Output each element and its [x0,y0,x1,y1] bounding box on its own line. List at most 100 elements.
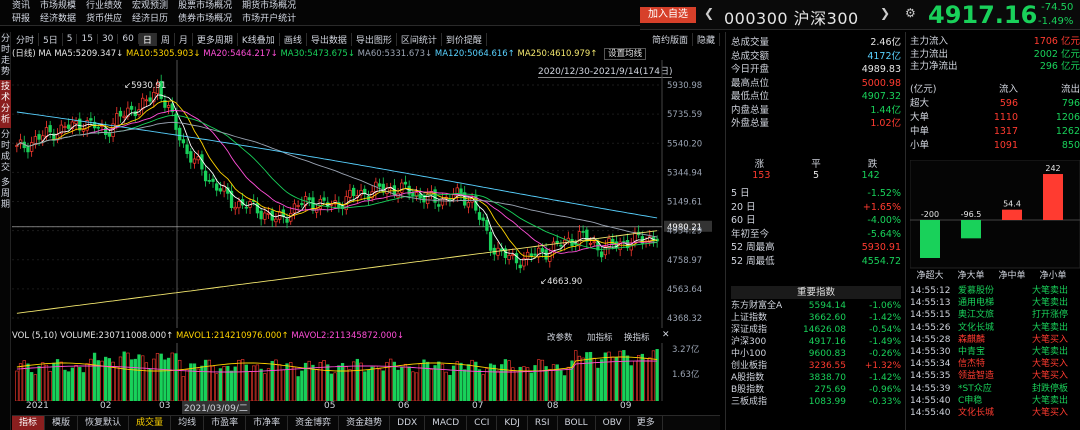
indicator-tab[interactable]: DDX [390,416,426,430]
toolbar-item[interactable]: 15 [77,34,98,44]
tick-row[interactable]: 14:55:12 爱慕股份 大笔卖出 [910,285,1080,297]
add-watchlist-button[interactable]: 加入自选 [640,7,696,23]
index-row[interactable]: 中小100 9600.83 -0.26% [731,348,901,360]
nav-item[interactable]: 期货市场概况 [242,0,296,13]
left-tab[interactable]: 技术分析 [0,80,11,128]
indicator-tab[interactable]: 市盈率 [204,416,247,430]
price-axis-label: 5149.61 [667,198,702,208]
indicator-tab[interactable]: RSI [528,416,558,430]
nav-item[interactable]: 市场开户统计 [242,13,296,26]
toolbar-item[interactable]: 画线 [280,32,307,46]
close-icon[interactable]: ✕ [662,330,670,340]
indicator-tab[interactable]: 模版 [45,416,79,430]
indicator-tab[interactable]: 恢复默认 [78,416,130,430]
toolbar-item[interactable]: 日 [138,32,157,46]
divider [725,32,726,430]
tick-row[interactable]: 14:55:26 文化长城 大笔卖出 [910,322,1080,334]
next-arrow-icon[interactable]: ❯ [880,6,890,20]
index-row[interactable]: 三板成指 1083.99 -0.33% [731,396,901,408]
add-indicator-button[interactable]: 加指标 [587,331,613,343]
volume-bar [481,374,485,401]
volume-chart[interactable]: 3.27亿 1.63亿 [12,343,720,401]
left-tab[interactable]: 多周期 [0,176,11,213]
tick-row[interactable]: 14:55:28 森麒麟 大笔买入 [910,334,1080,346]
volume-bar [418,363,422,401]
toolbar-item[interactable]: 60 [118,34,139,44]
indicator-tab[interactable]: BOLL [558,416,596,430]
left-tab[interactable]: 分时成交 [0,128,11,176]
toolbar-item[interactable]: 更多周期 [193,32,238,46]
volume-bar [422,359,426,401]
indicator-tab[interactable]: 更多 [630,416,663,430]
toolbar-item[interactable]: 区间统计 [397,32,442,46]
nav-item[interactable]: 行业绩效 [86,0,122,13]
prev-arrow-icon[interactable]: ❮ [704,6,714,20]
period-value: 4554.72 [861,255,901,267]
candlestick-chart[interactable]: 5930.985735.595540.205344.945149.614980.… [12,60,720,328]
toolbar-item[interactable]: 周 [157,32,175,46]
tick-time: 14:55:39 [910,383,951,394]
settings-gear-icon[interactable]: ⚙ [905,6,916,20]
candle-body [322,197,326,201]
index-row[interactable]: B股指数 275.69 -0.96% [731,384,901,396]
switch-indicator-button[interactable]: 换指标 [624,331,650,343]
toolbar-item[interactable]: 导出图形 [352,32,397,46]
toolbar-item[interactable]: 月 [175,32,193,46]
indicator-tab[interactable]: OBV [596,416,630,430]
ma-label[interactable]: MA [38,49,51,59]
nav-item[interactable]: 债券市场概况 [178,13,232,26]
period-value: -5.64% [867,228,901,240]
indicator-tab[interactable]: 成交量 [129,416,172,430]
tick-row[interactable]: 14:55:30 中青宝 大笔卖出 [910,346,1080,358]
edit-param-button[interactable]: 改参数 [547,331,573,343]
capital-flow: 主力流入 1706 亿元 主力流出 2002 亿元 主力净流出 296 亿元 [910,36,1080,74]
flow-bar-label: 净超大 [916,269,943,280]
toolbar-item[interactable]: 导出数据 [307,32,352,46]
left-tab[interactable]: 分时走势 [0,32,11,80]
flow-label: 主力流出 [910,48,949,60]
index-row[interactable]: A股指数 3838.70 -1.42% [731,372,901,384]
toolbar-item[interactable]: K线叠加 [238,32,280,46]
toolbar-item[interactable]: 简约版面 [648,32,693,46]
nav-item[interactable]: 研报 [12,13,30,26]
nav-item[interactable]: 宏观预测 [132,0,168,13]
indicator-tabs: 指标 模版 恢复默认 成交量 均线 市盈率 市净率 资金博弈 资金趋势 DDX MACD CCI KDJ… [12,415,720,430]
tick-type: 大笔买入 [1032,407,1069,418]
indicator-tab[interactable]: 均线 [171,416,205,430]
nav-item[interactable]: 股票市场概况 [178,0,232,13]
toolbar-item[interactable]: 隐藏 [693,32,720,46]
indicator-tab[interactable]: CCI [467,416,498,430]
nav-item[interactable]: 市场规模 [40,0,76,13]
indicator-tab[interactable]: KDJ [497,416,528,430]
indicator-tab[interactable]: 资金博弈 [288,416,340,430]
indicator-tab[interactable]: 市净率 [246,416,289,430]
nav-item[interactable]: 货币供应 [86,13,122,26]
index-row[interactable]: 深证成指 14626.08 -0.54% [731,324,901,336]
index-row[interactable]: 创业板指 3236.55 +1.32% [731,360,901,372]
toolbar-item[interactable]: 30 [98,34,119,44]
indicator-tab[interactable]: MACD [425,416,468,430]
tick-row[interactable]: 14:55:15 奥江文旅 打开涨停 [910,309,1080,321]
index-row[interactable]: 东方财富全A 5594.14 -1.06% [731,300,901,312]
toolbar-item[interactable]: 5 [63,34,78,44]
flow-row: 主力流出 2002 亿元 [910,49,1080,62]
nav-item[interactable]: 经济数据 [40,13,76,26]
nav-item[interactable]: 资讯 [12,0,30,13]
tick-row[interactable]: 14:55:13 通用电梯 大笔卖出 [910,297,1080,309]
tick-row[interactable]: 14:55:34 信杰特 大笔买入 [910,358,1080,370]
index-row[interactable]: 上证指数 3662.60 -1.42% [731,312,901,324]
index-row[interactable]: 沪深300 4917.16 -1.49% [731,336,901,348]
ma-settings-button[interactable]: 设置均线 [604,48,647,60]
tick-row[interactable]: 14:55:35 领益智造 大笔买入 [910,370,1080,382]
stat-value: 4907.32 [861,91,901,102]
tick-row[interactable]: 14:55:40 C申稳 大笔卖出 [910,395,1080,407]
indicator-tab[interactable]: 资金趋势 [339,416,391,430]
toolbar-item[interactable]: 分时 [12,32,40,46]
toolbar-item[interactable]: 5日 [39,32,63,46]
net-flow-bar-chart: -200 净超大 -96.5 净大单 54.4 净中单 242 净小单 [910,160,1080,280]
tick-row[interactable]: 14:55:40 文化长城 大笔买入 [910,407,1080,419]
indicator-tab[interactable]: 指标 [12,416,46,430]
nav-item[interactable]: 经济日历 [132,13,168,26]
toolbar-item[interactable]: 到价提醒 [442,32,487,46]
tick-row[interactable]: 14:55:39 *ST众应 封跌停板 [910,383,1080,395]
